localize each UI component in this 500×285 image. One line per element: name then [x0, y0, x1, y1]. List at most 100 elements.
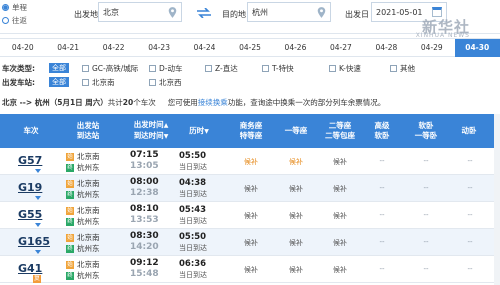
business-seat: 候补 [244, 266, 258, 274]
station-name: 北京南 [77, 206, 100, 215]
trip-option-oneway[interactable]: 单程 [2, 2, 27, 13]
first-seat: 候补 [289, 266, 303, 274]
all-types-button[interactable]: 全部 [49, 63, 69, 73]
date-tab[interactable]: 04-25 [227, 39, 272, 57]
train-count: 20 [122, 97, 134, 107]
col-label: 二等包座 [325, 131, 355, 140]
date-tab[interactable]: 04-26 [273, 39, 318, 57]
type-checkbox[interactable]: Z-直达 [205, 63, 238, 74]
col-first: 一等座 [274, 114, 318, 148]
col-label: 一等卧 [414, 131, 438, 140]
departure-time: 08:30 [130, 231, 159, 241]
sort-down-icon: ▼ [163, 133, 169, 140]
soft-sleeper-seat: -- [423, 157, 429, 165]
type-checkbox[interactable]: K-快速 [329, 63, 361, 74]
train-code-link[interactable]: G57 [18, 154, 42, 167]
filter-panel: 车次类型: 全部 GC-高铁/城际 D-动车 Z-直达 T-特快 K-快速 其他… [0, 60, 500, 90]
col-business: 商务座 特等座 [228, 114, 274, 148]
checkbox-icon [149, 78, 156, 86]
to-station: 终杭州东 [66, 216, 100, 227]
from-label: 出发地 [74, 10, 98, 19]
col-dongwo: 动卧 [450, 114, 488, 148]
station-checkbox[interactable]: 北京西 [149, 77, 182, 88]
end-tag-icon: 终 [66, 271, 74, 280]
checkbox-label: 北京南 [92, 77, 115, 87]
col-station: 出发站 到达站 [62, 114, 114, 148]
date-tab[interactable]: 04-30 [454, 39, 500, 57]
duration: 06:36 [179, 259, 207, 269]
type-checkbox[interactable]: GC-高铁/城际 [82, 63, 138, 74]
hint-prefix: 您可使用 [167, 97, 198, 107]
date-tab[interactable]: 04-27 [318, 39, 363, 57]
train-code-link[interactable]: G19 [18, 181, 42, 194]
sort-up-icon: ▲ [163, 122, 169, 129]
col-label: 车次 [23, 126, 39, 135]
from-station: 始北京南 [66, 205, 100, 216]
soft-sleeper-seat: -- [423, 238, 429, 246]
train-code-link[interactable]: G41 [18, 262, 42, 275]
train-code-link[interactable]: G55 [18, 208, 42, 221]
duration: 05:50 [179, 232, 207, 242]
count-prefix: 共计 [107, 97, 123, 107]
to-station: 终杭州东 [66, 189, 100, 200]
col-label: 历时 [189, 125, 205, 135]
to-field[interactable]: 杭州 [247, 2, 331, 22]
dongwo-seat: -- [467, 265, 473, 273]
arrival-day: 当日到达 [179, 271, 207, 279]
checkbox-label: K-快速 [339, 63, 361, 73]
col-duration[interactable]: 历时▼ [180, 114, 218, 148]
start-tag-icon: 始 [66, 260, 74, 269]
location-pin-icon [317, 7, 326, 18]
transfer-link[interactable]: 接续换乘 [198, 97, 228, 108]
duration: 05:43 [179, 205, 207, 215]
business-seat: 候补 [244, 239, 258, 247]
table-row: G41 复 始北京南 终杭州东 09:12 15:48 06:36 当日到达 候… [0, 256, 500, 283]
date-tab[interactable]: 04-20 [0, 39, 45, 57]
expand-caret-icon[interactable] [35, 223, 41, 227]
swap-icon[interactable] [197, 8, 211, 18]
date-tab[interactable]: 04-24 [182, 39, 227, 57]
expand-caret-icon[interactable] [35, 250, 41, 254]
arrival-time: 13:05 [130, 161, 159, 171]
col-label: 软卧 [374, 131, 390, 140]
type-checkbox[interactable]: D-动车 [149, 63, 182, 74]
type-checkbox[interactable]: 其他 [390, 63, 415, 74]
checkbox-label: Z-直达 [215, 63, 238, 73]
col-train[interactable]: 车次 [8, 114, 54, 148]
checkbox-label: 其他 [400, 63, 415, 73]
date-tab[interactable]: 04-29 [409, 39, 454, 57]
checkbox-icon [82, 64, 89, 72]
expand-caret-icon[interactable] [35, 196, 41, 200]
col-label: 动卧 [461, 126, 477, 135]
date-tab[interactable]: 04-22 [91, 39, 136, 57]
train-code-link[interactable]: G165 [18, 235, 50, 248]
col-label: 到达时间 [133, 131, 164, 140]
arrival-day: 当日到达 [179, 190, 207, 198]
date-tab[interactable]: 04-23 [136, 39, 181, 57]
all-stations-button[interactable]: 全部 [49, 77, 69, 87]
date-tab[interactable]: 04-28 [364, 39, 409, 57]
station-name: 北京南 [77, 260, 100, 269]
train-type-filter: 车次类型: 全部 GC-高铁/城际 D-动车 Z-直达 T-特快 K-快速 其他 [2, 62, 498, 74]
to-station: 终杭州东 [66, 270, 100, 281]
first-seat[interactable]: 候补 [276, 157, 316, 167]
arrival-day: 当日到达 [179, 244, 207, 252]
from-field[interactable]: 北京 [98, 2, 182, 22]
second-seat: 候补 [333, 239, 347, 247]
trip-option-roundtrip[interactable]: 往返 [2, 15, 27, 26]
business-seat[interactable]: 候补 [231, 157, 271, 167]
arrival-time: 13:53 [130, 215, 159, 225]
expand-caret-icon[interactable] [35, 169, 41, 173]
route-text: 北京 --> 杭州 [2, 97, 50, 107]
radio-icon [2, 17, 9, 24]
scrollbar[interactable] [494, 114, 500, 285]
type-checkbox[interactable]: T-特快 [262, 63, 294, 74]
col-label: 出发时间 [133, 120, 164, 129]
station-checkbox[interactable]: 北京南 [82, 77, 115, 88]
col-label: 特等座 [239, 131, 263, 140]
date-tab[interactable]: 04-21 [45, 39, 90, 57]
col-time[interactable]: 出发时间▲ 到达时间▼ [124, 114, 178, 148]
end-tag-icon: 终 [66, 163, 74, 172]
col-second: 二等座 二等包座 [318, 114, 362, 148]
table-row: G55 始北京南 终杭州东 08:10 13:53 05:43 当日到达 候补 … [0, 202, 500, 229]
